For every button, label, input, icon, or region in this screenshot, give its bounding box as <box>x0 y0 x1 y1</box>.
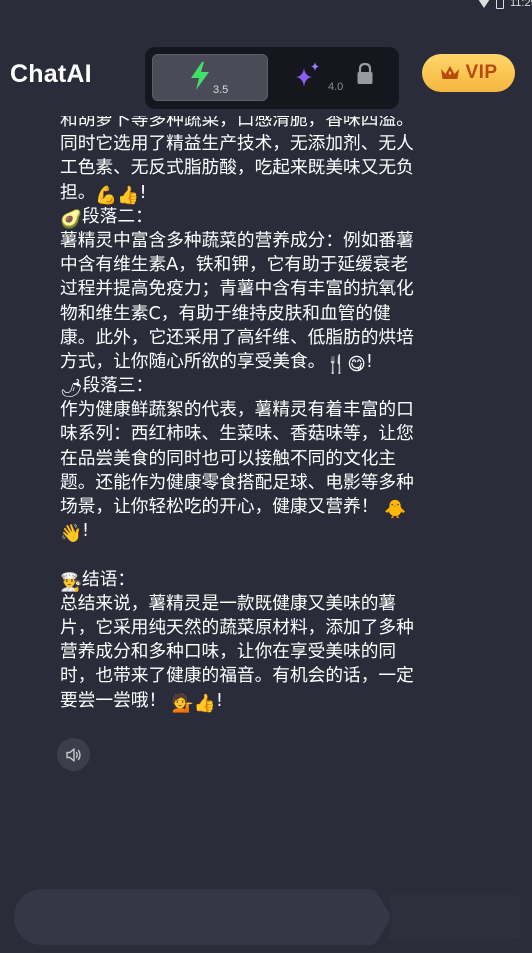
speaker-icon <box>65 747 81 762</box>
speaker-button[interactable] <box>57 738 90 771</box>
message-line: 康。此外，它还采用了高纤维、低脂肪的烘培 <box>60 327 414 348</box>
model-label-3-5: 3.5 <box>213 84 229 96</box>
person-tipping-hand-icon: 💁 <box>171 693 194 714</box>
bolt-icon <box>191 62 209 90</box>
status-bar: 11:29 <box>0 0 532 12</box>
assistant-message: 和胡萝卜等多种蔬菜，口感清脆，香味四溢。 同时它选用了精益生产技术，无添加剂、无… <box>60 116 485 714</box>
sparkle-icon <box>296 62 319 87</box>
message-line: 作为健康鲜蔬絮的代表，薯精灵有着丰富的口 <box>60 400 414 421</box>
message-input[interactable] <box>14 889 384 945</box>
message-line: 物和维生素C，有助于维持皮肤和血管的健 <box>60 303 391 324</box>
model-switch: 3.5 4.0 <box>145 47 399 109</box>
send-button[interactable] <box>360 889 520 945</box>
model-option-3-5[interactable]: 3.5 <box>152 54 268 101</box>
message-line: 味系列：西红柿味、生菜味、香菇味等，让您 <box>60 424 414 445</box>
message-line: 场景，让你轻松吃的开心，健康又营养！ 🐥 <box>60 495 485 520</box>
lock-icon <box>357 62 373 84</box>
thumbs-up-icon: 👍 <box>193 693 216 714</box>
crown-icon <box>441 66 460 79</box>
signal-icon <box>478 0 490 8</box>
model-label-4-0: 4.0 <box>328 81 344 93</box>
message-line: 要尝一尝哦！ 💁👍! <box>60 689 485 714</box>
status-time: 11:29 <box>510 0 532 9</box>
app-title: ChatAI <box>10 60 92 88</box>
message-line: 营养成分和多种口味，让你在享受美味的同 <box>60 642 397 663</box>
message-line: 🥑段落二： <box>60 205 485 230</box>
send-icon <box>360 889 520 945</box>
fork-knife-icon: 🍴 <box>325 354 348 375</box>
model-option-4-0[interactable]: 4.0 <box>284 54 392 101</box>
message-line: 方式，让你随心所欲的享受美食。🍴😋! <box>60 350 485 375</box>
vip-button[interactable]: VIP <box>422 54 515 92</box>
message-line: 片，它采用纯天然的蔬菜原材料，添加了多种 <box>60 617 414 638</box>
message-line: 同时它选用了精益生产技术，无添加剂、无人 <box>60 134 414 155</box>
vip-label: VIP <box>465 62 498 83</box>
yum-face-icon: 😋 <box>347 354 366 375</box>
message-line: 🌶段落三： <box>60 374 485 399</box>
header: ChatAI 3.5 4.0 VIP <box>0 36 532 116</box>
message-line: 👋! <box>60 519 485 545</box>
message-line: 题。还能作为健康零食搭配足球、电影等多种 <box>60 472 414 493</box>
message-line: 和胡萝卜等多种蔬菜，口感清脆，香味四溢。 <box>60 116 414 130</box>
message-line: 过程并提高免疫力；青薯中含有丰富的抗氧化 <box>60 279 414 300</box>
message-line: 工色素、无反式脂肪酸，吃起来既美味又无负 <box>60 158 414 179</box>
message-line: 总结来说，薯精灵是一款既健康又美味的薯 <box>60 593 397 614</box>
message-line: 中含有维生素A，铁和钾，它有助于延缓衰老 <box>60 255 409 276</box>
message-spacer <box>60 543 485 567</box>
waving-hand-icon: 👋 <box>60 524 83 545</box>
message-line: 薯精灵中富含多种蔬菜的营养成分：例如番薯 <box>60 230 414 251</box>
battery-icon <box>496 0 504 9</box>
chick-icon: 🐥 <box>384 500 407 520</box>
message-line: 担。💪👍! <box>60 181 485 206</box>
message-line: 在品尝美食的同时也可以接触不同的文化主 <box>60 448 397 469</box>
message-line: 时，也带来了健康的福音。有机会的话，一定 <box>60 666 414 687</box>
message-line: 👨‍🍳结语： <box>60 568 485 593</box>
chat-area: 和胡萝卜等多种蔬菜，口感清脆，香味四溢。 同时它选用了精益生产技术，无添加剂、无… <box>0 116 532 886</box>
